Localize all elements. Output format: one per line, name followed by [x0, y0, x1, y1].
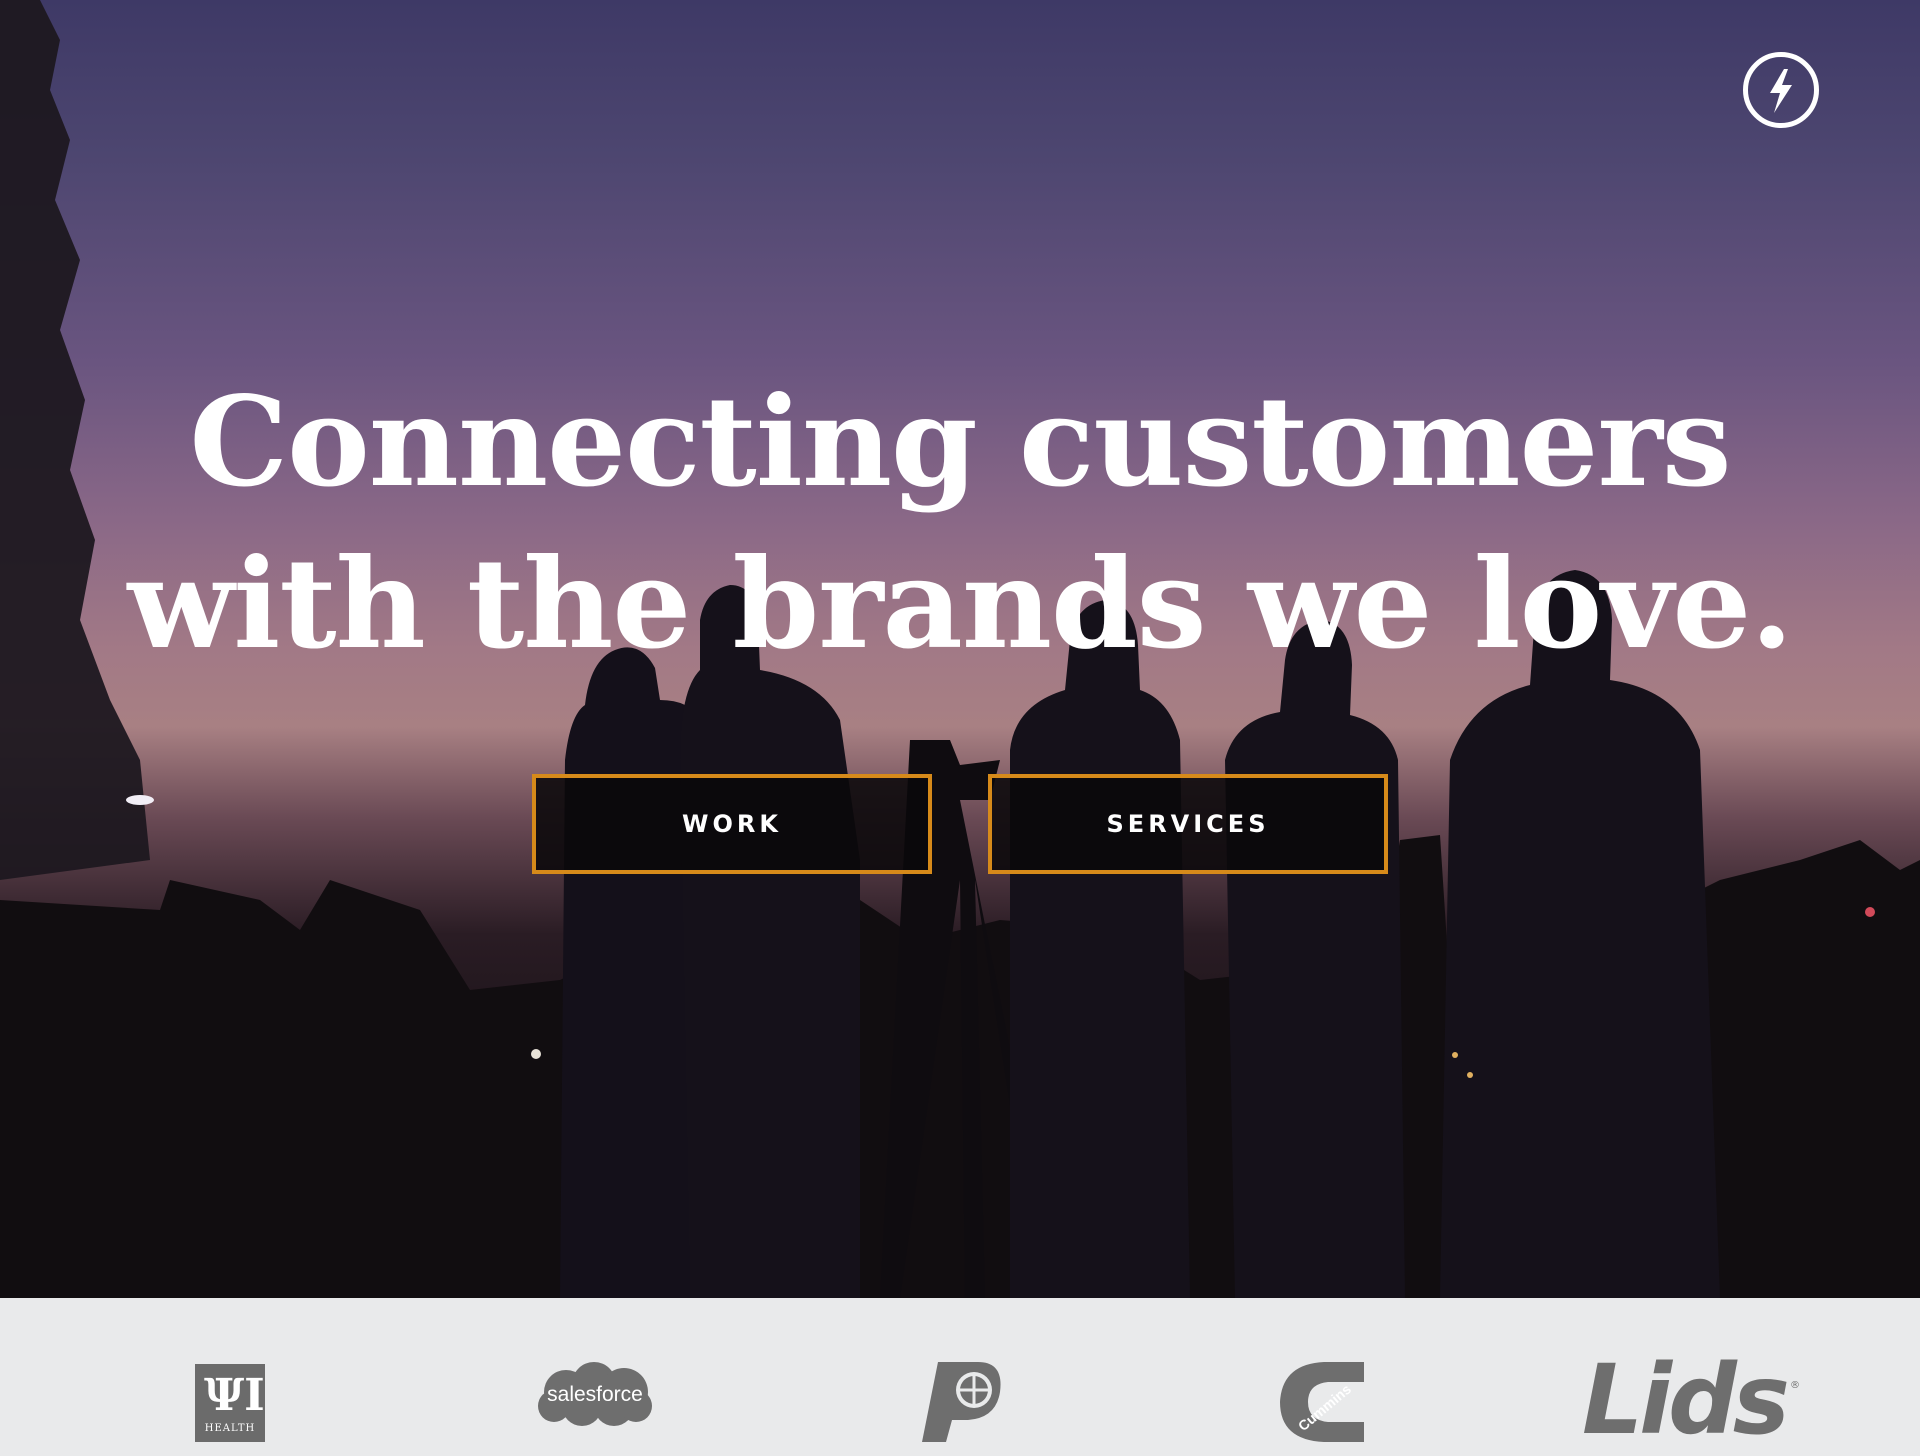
work-button[interactable]: WORK — [532, 774, 932, 874]
lightning-bolt-icon — [1770, 69, 1792, 113]
lids-logo: Lids — [1582, 1344, 1790, 1456]
headline-line-1: Connecting customers — [189, 370, 1731, 515]
iu-health-word: HEALTH — [204, 1423, 256, 1434]
salesforce-wordmark: salesforce — [547, 1383, 643, 1406]
lids-registered-mark: ® — [1790, 1380, 1800, 1391]
iu-trident-mark: ΨΙ — [204, 1370, 265, 1421]
pacers-logo — [922, 1362, 1001, 1442]
headline-line-2: with the brands we love. — [127, 532, 1794, 677]
cummins-logo: Cummins — [1280, 1362, 1364, 1442]
iu-health-logo: ΨΙ HEALTH — [195, 1364, 265, 1442]
hero-section: Connecting customers with the brands we … — [0, 0, 1920, 1298]
hero-headline: Connecting customers with the brands we … — [0, 362, 1920, 686]
site-logo[interactable] — [1743, 52, 1819, 128]
services-button[interactable]: SERVICES — [988, 774, 1388, 874]
